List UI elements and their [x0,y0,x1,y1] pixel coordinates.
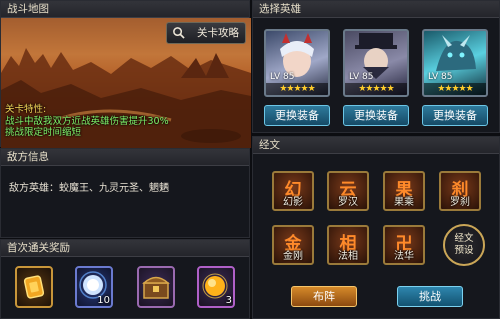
hero-card[interactable]: LV 85 ★★★★★ [264,29,330,97]
scripture-panel: 经文 幻 幻影 云 罗汉 果 果乘 刹 罗刹 金 金刚 相 法相 卍 法华 经文… [252,136,500,319]
hero-stars: ★★★★★ [266,83,328,95]
enemy-info-title: 敌方信息 [1,149,249,166]
scripture-name: 果乘 [394,197,414,208]
hero-select-panel: 选择英雄 LV 85 ★★★★★ 更换装备 LV 85 ★★★★★ 更换装备 L… [252,0,500,133]
stage-trait-line: 战斗中敌我双方近战英雄伤害提升30% [5,115,169,127]
treasure-chest-icon [142,276,170,299]
change-equipment-button[interactable]: 更换装备 [422,105,488,126]
scripture-name: 法相 [338,251,358,262]
challenge-button[interactable]: 挑战 [397,286,463,307]
hero-level: LV 85 [270,72,295,82]
search-icon [173,27,185,39]
hero-level: LV 85 [428,72,453,82]
reward-item[interactable]: 3 [197,266,235,308]
scripture-slot[interactable]: 刹 罗刹 [439,171,481,211]
stage-traits-title: 关卡特性: [5,104,47,115]
scripture-name: 金刚 [283,251,303,262]
stage-traits: 关卡特性: 战斗中敌我双方近战英雄伤害提升30% 挑战限定时间缩短 [5,104,247,139]
scripture-preset-button[interactable]: 经文 预设 [443,224,485,266]
reward-count: 10 [97,295,110,306]
scripture-preset-label: 经文 [454,233,474,244]
enemy-info-panel: 敌方信息 敌方英雄：蛟魔王、九灵元圣、魍魉 [0,148,250,238]
battle-map-image: 关卡攻略 关卡特性: 战斗中敌我双方近战英雄伤害提升30% 挑战限定时间缩短 [1,18,251,148]
hero-level: LV 85 [349,72,374,82]
battle-map-title: 战斗地图 [1,1,249,18]
scripture-name: 法华 [394,251,414,262]
scripture-preset-label: 预设 [454,245,474,256]
battle-map-panel: 战斗地图 关卡攻略 关卡特性: 战斗中敌我双方近战英雄伤害提升30% 挑战限定时… [0,0,251,148]
enemy-heroes-list: 蛟魔王、九灵元圣、魍魉 [59,183,169,194]
enemy-heroes-label: 敌方英雄： [9,183,59,194]
hero-stars: ★★★★★ [345,83,407,95]
stage-trait-line: 挑战限定时间缩短 [5,127,82,138]
hero-card[interactable]: LV 85 ★★★★★ [343,29,409,97]
enemy-heroes-text: 敌方英雄：蛟魔王、九灵元圣、魍魉 [9,179,169,194]
change-equipment-button[interactable]: 更换装备 [343,105,409,126]
hero-card[interactable]: LV 85 ★★★★★ [422,29,488,97]
reward-count: 3 [225,295,232,306]
change-equipment-button[interactable]: 更换装备 [264,105,330,126]
scripture-name: 幻影 [283,197,303,208]
scripture-slot[interactable]: 云 罗汉 [327,171,369,211]
strategy-guide-button[interactable]: 关卡攻略 [166,22,246,44]
gold-ingot-icon [23,275,45,299]
strategy-guide-label: 关卡攻略 [197,27,239,39]
scripture-slot[interactable]: 幻 幻影 [272,171,314,211]
scripture-name: 罗汉 [338,197,358,208]
reward-item[interactable]: 10 [75,266,113,308]
first-clear-reward-title: 首次通关奖励 [1,240,249,257]
scripture-title: 经文 [253,137,499,154]
formation-button[interactable]: 布阵 [291,286,357,307]
scripture-slot[interactable]: 果 果乘 [383,171,425,211]
hero-stars: ★★★★★ [424,83,486,95]
reward-item[interactable] [15,266,53,308]
scripture-slot[interactable]: 金 金刚 [272,225,314,265]
hero-select-title: 选择英雄 [253,1,499,18]
scripture-slot[interactable]: 卍 法华 [383,225,425,265]
scripture-name: 罗刹 [450,197,470,208]
reward-item[interactable] [137,266,175,308]
first-clear-reward-panel: 首次通关奖励 10 3 [0,239,250,319]
scripture-slot[interactable]: 相 法相 [327,225,369,265]
